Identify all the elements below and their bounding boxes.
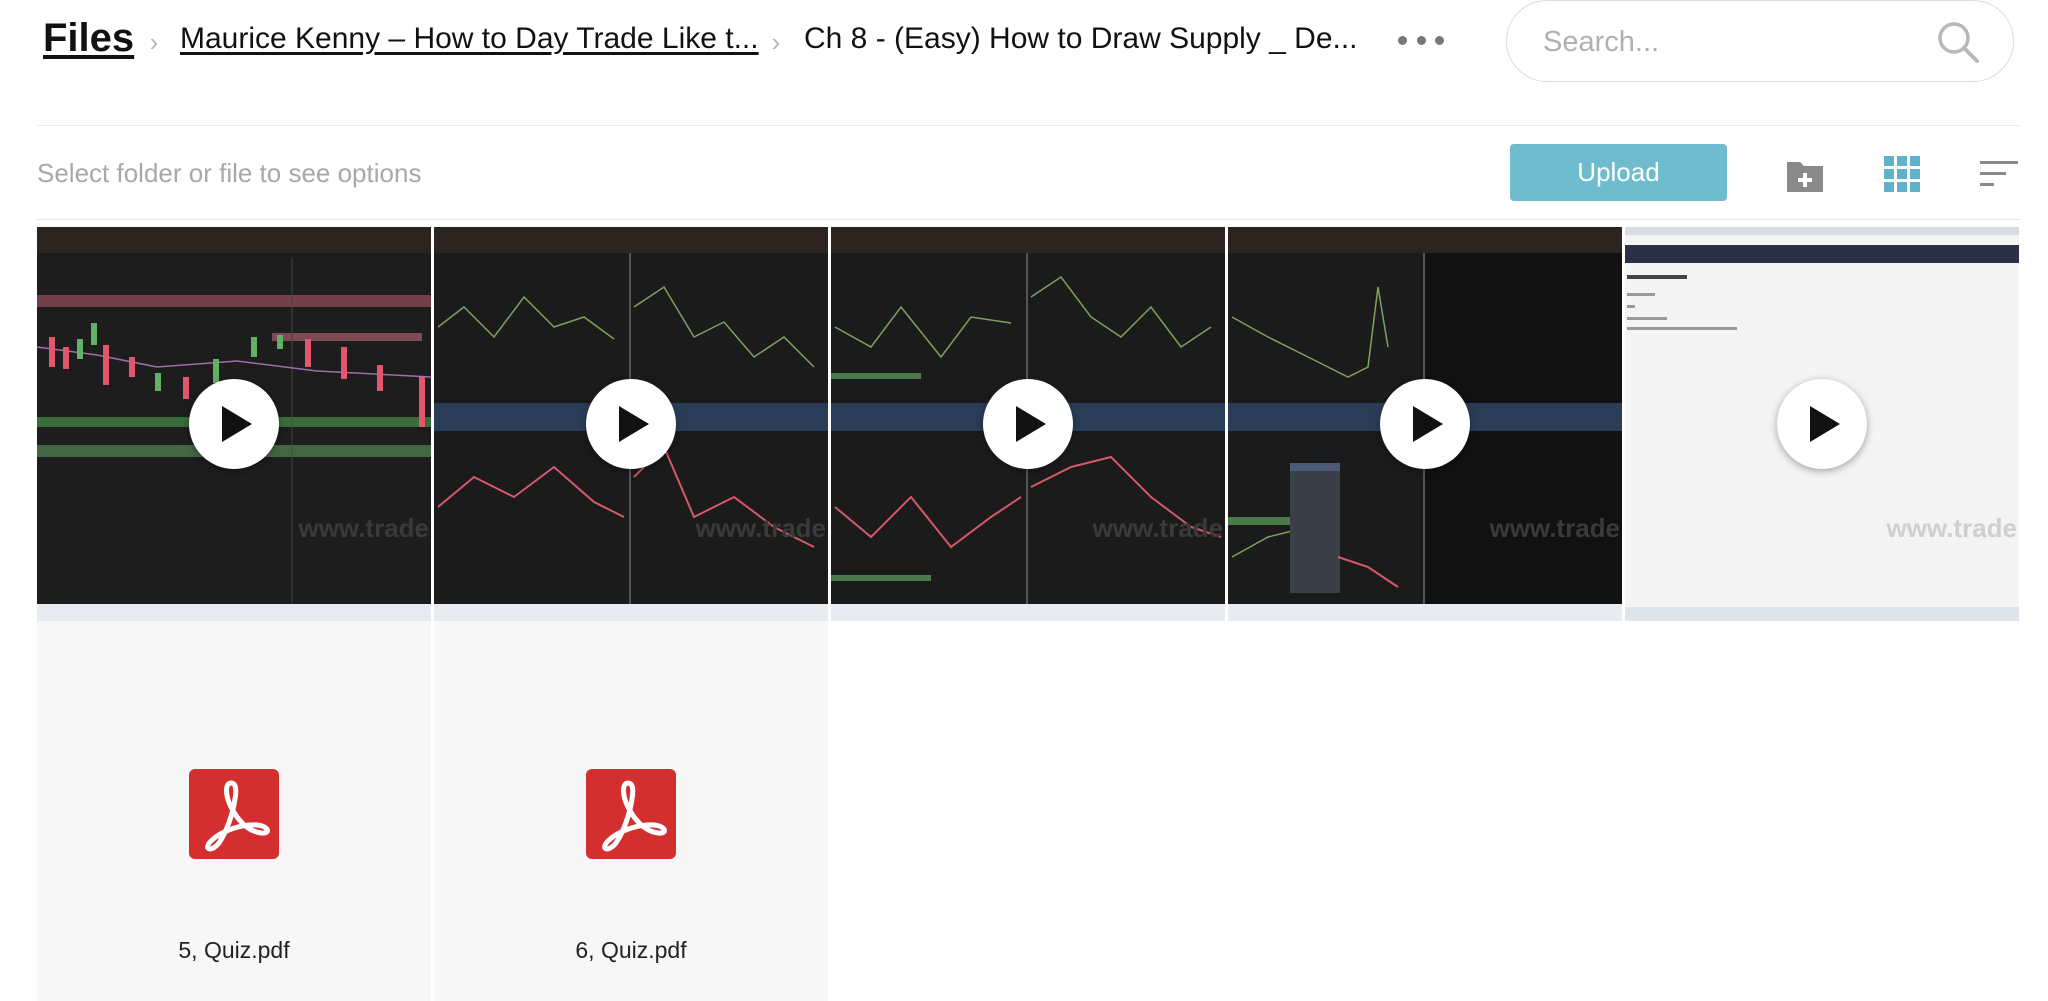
watermark: www.trade xyxy=(1091,513,1223,543)
file-name: 5, Quiz.pdf xyxy=(178,937,290,963)
file-grid: www.trade www.trade www.trade www.trade … xyxy=(37,227,2020,1001)
grid-view-icon[interactable] xyxy=(1883,152,1921,196)
play-button[interactable] xyxy=(983,379,1073,469)
search-icon[interactable] xyxy=(1935,19,1981,65)
sort-icon[interactable] xyxy=(1980,152,2018,196)
play-button[interactable] xyxy=(189,379,279,469)
watermark: www.trade xyxy=(694,513,826,543)
chevron-right-icon: › xyxy=(771,27,781,57)
watermark: www.trade xyxy=(297,513,429,543)
divider xyxy=(37,219,2020,220)
pdf-file-tile[interactable]: 6, Quiz.pdf xyxy=(434,621,828,1001)
search-box xyxy=(1506,0,2014,82)
video-file-tile[interactable]: www.trade xyxy=(831,227,1225,621)
header: Files › Maurice Kenny – How to Day Trade… xyxy=(0,0,2048,96)
play-button[interactable] xyxy=(586,379,676,469)
breadcrumb-current: Ch 8 - (Easy) How to Draw Supply _ De... xyxy=(804,22,1358,55)
breadcrumb-root[interactable]: Files xyxy=(43,16,134,61)
selection-hint: Select folder or file to see options xyxy=(37,158,422,188)
play-icon xyxy=(619,406,649,442)
play-icon xyxy=(222,406,252,442)
play-icon xyxy=(1016,406,1046,442)
upload-button[interactable]: Upload xyxy=(1510,144,1727,201)
divider xyxy=(37,125,2020,126)
new-folder-icon[interactable] xyxy=(1785,152,1825,196)
breadcrumb-folder[interactable]: Maurice Kenny – How to Day Trade Like t.… xyxy=(180,22,759,56)
watermark: www.trade xyxy=(1885,513,2017,543)
pdf-icon xyxy=(586,769,676,859)
video-file-tile[interactable]: www.trade xyxy=(1228,227,1622,621)
more-options-icon[interactable] xyxy=(1398,24,1444,56)
pdf-icon xyxy=(189,769,279,859)
play-icon xyxy=(1810,406,1840,442)
search-input[interactable] xyxy=(1541,19,1925,65)
watermark: www.trade xyxy=(1488,513,1620,543)
file-name: 6, Quiz.pdf xyxy=(575,937,687,963)
play-icon xyxy=(1413,406,1443,442)
play-button[interactable] xyxy=(1777,379,1867,469)
video-file-tile[interactable]: www.trade xyxy=(434,227,828,621)
chevron-right-icon: › xyxy=(149,27,159,57)
video-file-tile[interactable]: www.trade xyxy=(37,227,431,621)
pdf-file-tile[interactable]: 5, Quiz.pdf xyxy=(37,621,431,1001)
video-file-tile[interactable]: www.trade xyxy=(1625,227,2019,621)
play-button[interactable] xyxy=(1380,379,1470,469)
